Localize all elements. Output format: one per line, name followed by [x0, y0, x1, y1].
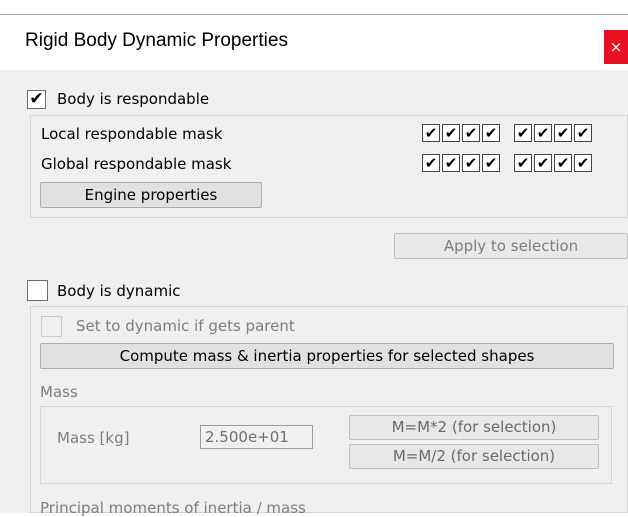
close-button[interactable]: × [604, 30, 628, 64]
check-icon: ✔ [464, 124, 478, 142]
set-dynamic-label: Set to dynamic if gets parent [76, 317, 295, 335]
global-mask-bit[interactable]: ✔ [462, 154, 480, 172]
global-mask-bit[interactable]: ✔ [574, 154, 592, 172]
global-respondable-mask: ✔ ✔ ✔ ✔ ✔ ✔ ✔ ✔ [422, 154, 592, 172]
compute-mass-inertia-button[interactable]: Compute mass & inertia properties for se… [40, 343, 614, 369]
local-mask-bit[interactable]: ✔ [554, 124, 572, 142]
check-icon: ✔ [29, 89, 44, 109]
global-mask-label: Global respondable mask [41, 155, 232, 173]
check-icon: ✔ [444, 124, 458, 142]
check-icon: ✔ [424, 124, 438, 142]
check-icon: ✔ [556, 124, 570, 142]
local-respondable-mask: ✔ ✔ ✔ ✔ ✔ ✔ ✔ ✔ [422, 124, 592, 142]
mask-spacer [502, 124, 512, 142]
dynamic-checkbox[interactable] [27, 280, 48, 301]
global-mask-bit[interactable]: ✔ [422, 154, 440, 172]
check-icon: ✔ [556, 154, 570, 172]
mask-spacer [502, 154, 512, 172]
mass-double-button[interactable]: M=M*2 (for selection) [349, 415, 599, 440]
global-mask-bit[interactable]: ✔ [534, 154, 552, 172]
apply-to-selection-button[interactable]: Apply to selection [394, 233, 628, 259]
check-icon: ✔ [484, 154, 498, 172]
check-icon: ✔ [484, 124, 498, 142]
check-icon: ✔ [576, 154, 590, 172]
local-mask-bit[interactable]: ✔ [514, 124, 532, 142]
global-mask-bit[interactable]: ✔ [482, 154, 500, 172]
local-mask-bit[interactable]: ✔ [422, 124, 440, 142]
global-mask-bit[interactable]: ✔ [554, 154, 572, 172]
mass-input[interactable]: 2.500e+01 [200, 425, 313, 449]
dynamic-label: Body is dynamic [57, 282, 181, 300]
local-mask-bit[interactable]: ✔ [482, 124, 500, 142]
local-mask-bit[interactable]: ✔ [442, 124, 460, 142]
check-icon: ✔ [516, 154, 530, 172]
inertia-group-label: Principal moments of inertia / mass [40, 499, 306, 517]
set-dynamic-checkbox[interactable] [41, 316, 62, 337]
check-icon: ✔ [444, 154, 458, 172]
local-mask-bit[interactable]: ✔ [462, 124, 480, 142]
engine-properties-button[interactable]: Engine properties [40, 182, 262, 208]
check-icon: ✔ [464, 154, 478, 172]
window-title: Rigid Body Dynamic Properties [25, 30, 288, 51]
check-icon: ✔ [516, 124, 530, 142]
global-mask-bit[interactable]: ✔ [514, 154, 532, 172]
mass-field-label: Mass [kg] [57, 429, 130, 447]
check-icon: ✔ [536, 154, 550, 172]
mass-group-label: Mass [40, 383, 78, 401]
respondable-checkbox[interactable]: ✔ [27, 90, 46, 109]
local-mask-bit[interactable]: ✔ [574, 124, 592, 142]
global-mask-bit[interactable]: ✔ [442, 154, 460, 172]
check-icon: ✔ [536, 124, 550, 142]
check-icon: ✔ [424, 154, 438, 172]
local-mask-label: Local respondable mask [41, 125, 223, 143]
respondable-label: Body is respondable [57, 90, 210, 108]
mass-half-button[interactable]: M=M/2 (for selection) [349, 444, 599, 469]
close-icon: × [609, 38, 623, 56]
local-mask-bit[interactable]: ✔ [534, 124, 552, 142]
check-icon: ✔ [576, 124, 590, 142]
